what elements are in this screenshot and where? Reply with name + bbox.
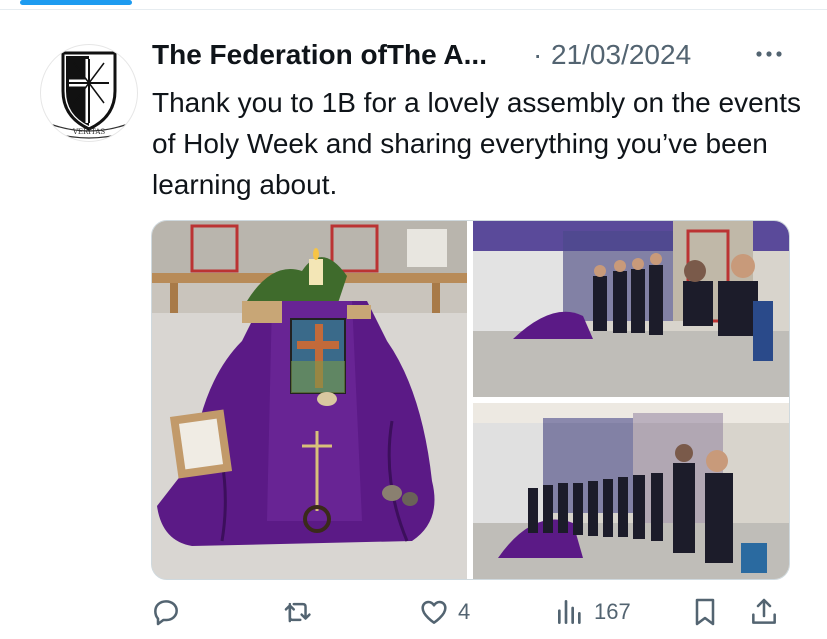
post-header: The Federation ofThe A... · 21/03/2024: [152, 37, 812, 75]
views-icon: [558, 600, 581, 624]
heart-icon: [421, 600, 447, 624]
author-name[interactable]: The Federation ofThe A...: [152, 39, 487, 71]
views-count: 167: [594, 599, 631, 624]
reply-button[interactable]: [150, 592, 190, 632]
media-grid: [151, 220, 790, 580]
post-actions: 4 167: [150, 592, 790, 632]
like-count: 4: [458, 599, 471, 624]
repost-icon: [284, 602, 311, 623]
school-crest-logo: VERITAS: [52, 51, 126, 139]
media-photo-children-standing[interactable]: [473, 403, 789, 579]
post-text: Thank you to 1B for a lovely assembly on…: [152, 87, 802, 200]
reply-icon: [154, 600, 178, 626]
media-photo-altar[interactable]: [152, 221, 467, 579]
top-tab-bar: [0, 0, 827, 10]
author-avatar[interactable]: VERITAS: [40, 44, 138, 142]
svg-text:VERITAS: VERITAS: [72, 128, 106, 136]
post-date[interactable]: 21/03/2024: [551, 39, 691, 71]
share-icon: [752, 598, 776, 624]
top-divider: [0, 9, 827, 10]
repost-button[interactable]: [282, 592, 324, 632]
more-options-icon[interactable]: [753, 44, 787, 64]
header-separator: ·: [533, 39, 543, 70]
share-button[interactable]: [748, 592, 780, 632]
bookmark-button[interactable]: [690, 592, 720, 632]
bookmark-icon: [695, 598, 715, 626]
media-photo-children-seated[interactable]: [473, 221, 789, 397]
active-tab-indicator: [20, 0, 132, 5]
views-button[interactable]: 167: [554, 592, 631, 632]
like-button[interactable]: 4: [418, 592, 470, 632]
